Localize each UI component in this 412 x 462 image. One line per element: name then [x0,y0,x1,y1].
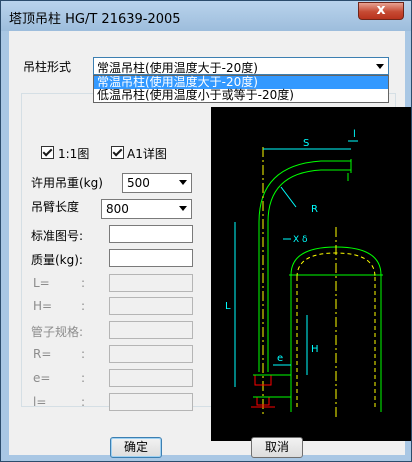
a1-detail-checkbox[interactable] [111,146,124,159]
e-field [109,369,193,387]
L-field [109,274,193,292]
l-field [109,393,193,411]
e-label: e= [33,371,51,385]
H-label: H= [33,299,53,313]
chevron-down-icon[interactable] [376,64,384,69]
dim-L-text: L [225,301,231,312]
mass-label: 质量(kg): [31,253,83,267]
type-option-low-temp[interactable]: 低温吊柱(使用温度小于或等于-20度) [94,89,388,102]
allowed-load-label: 许用吊重(kg) [31,176,103,190]
dim-S-text: S [303,138,309,149]
allowed-load-combobox[interactable]: 500 [122,173,192,193]
dim-e-text: e [277,353,283,364]
type-combobox-value: 常温吊柱(使用温度大于-20度) [97,61,258,75]
chevron-down-icon[interactable] [179,180,187,185]
davit-drawing-preview: S l R X δ L H e [211,107,411,441]
dim-l-text: l [353,129,356,140]
pipe-spec-field [109,321,193,339]
scale-1-1-checkbox[interactable] [41,146,54,159]
arm-length-value: 800 [106,202,129,216]
allowed-load-value: 500 [127,176,150,190]
close-button[interactable]: x [358,2,404,20]
type-dropdown-list: 常温吊柱(使用温度大于-20度) 低温吊柱(使用温度小于或等于-20度) [93,75,389,103]
std-drawing-no-label: 标准图号: [31,229,84,243]
close-icon: x [376,2,386,18]
scale-1-1-label: 1:1图 [58,147,90,161]
mass-field[interactable] [109,249,193,267]
L-label: L= [33,276,50,290]
L-colon: : [81,276,86,290]
davit-arm-inner [267,169,351,223]
arm-length-combobox[interactable]: 800 [101,199,192,219]
cancel-button[interactable]: 取消 [251,437,303,458]
R-field [109,345,193,363]
l-colon: : [81,395,86,409]
H-field [109,297,193,315]
H-colon: : [81,299,86,313]
std-drawing-no-field[interactable] [109,225,193,243]
pipe-spec-label: 管子规格: [31,325,84,339]
a1-detail-label: A1详图 [127,147,167,161]
l-label: l= [33,395,47,409]
dim-R-leader [280,186,297,208]
e-colon: : [81,371,86,385]
type-label: 吊柱形式 [23,60,72,74]
dim-H-text: H [311,344,319,355]
dialog-window: 塔顶吊柱 HG/T 21639-2005 x 吊柱形式 常温吊柱(使用温度大于-… [0,0,412,462]
dim-xd-text: X δ [293,235,308,245]
R-label: R= [33,347,52,361]
dim-R-text: R [311,204,318,215]
title-bar[interactable]: 塔顶吊柱 HG/T 21639-2005 x [1,1,411,31]
chevron-down-icon[interactable] [179,206,187,211]
window-title: 塔顶吊柱 HG/T 21639-2005 [9,12,181,27]
R-colon: : [81,347,86,361]
ok-button[interactable]: 确定 [110,437,162,458]
arm-length-label: 吊臂长度 [31,200,80,214]
type-combobox[interactable]: 常温吊柱(使用温度大于-20度) [93,57,389,75]
dialog-client-area: 吊柱形式 常温吊柱(使用温度大于-20度) 1:1图 A1详图 许用吊重(kg)… [9,31,411,458]
